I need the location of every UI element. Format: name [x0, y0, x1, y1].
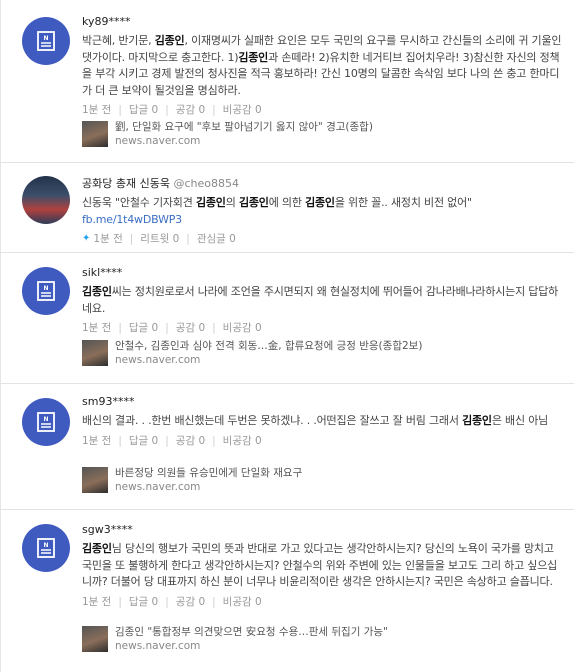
- comment-author[interactable]: sm93****: [82, 394, 562, 410]
- keyword-highlight: 김종인: [195, 196, 226, 209]
- news-link[interactable]: 김종인 "통합정부 의견맞으면 安요청 수용…판세 뒤집기 가능" news.n…: [82, 626, 388, 653]
- keyword-highlight: 김종인: [305, 196, 335, 209]
- comment-feed: N ky89**** 박근혜, 반기문, 김종인, 이재명씨가 실패한 요인은 …: [0, 0, 580, 672]
- interest-button[interactable]: 관심글 0: [197, 231, 236, 247]
- tweet-item: 공화당 총재 신동욱 @cheo8854 신동욱 "안철수 기자회견 김종인의 …: [1, 163, 574, 253]
- comment-item: N sm93**** 배신의 결과. . .한번 배신했는데 두번은 못하겠냐.…: [1, 384, 574, 510]
- news-thumbnail: [82, 340, 108, 366]
- news-title[interactable]: 안철수, 김종인과 심야 전격 회동…金, 합류요청에 긍정 반응(종합2보): [115, 340, 422, 353]
- tweet-author[interactable]: 공화당 총재 신동욱 @cheo8854: [82, 176, 562, 192]
- keyword-highlight: 김종인: [154, 34, 185, 47]
- tweet-body: 신동욱 "안철수 기자회견 김종인의 김종인에 의한 김종인을 위한 꼴.. 새…: [82, 196, 472, 226]
- avatar[interactable]: N: [22, 524, 70, 572]
- tweet-handle[interactable]: @cheo8854: [173, 177, 239, 190]
- news-thumbnail: [82, 626, 108, 652]
- comment-meta: 1분 전 | 답글 0 | 공감 0 | 비공감 0: [82, 433, 262, 449]
- avatar[interactable]: [22, 176, 70, 224]
- comment-time: 1분 전: [82, 104, 112, 116]
- comment-body: 김종인님 당신의 행보가 국민의 뜻과 반대로 가고 있다고는 생각안하시는지?…: [82, 542, 558, 588]
- news-title[interactable]: 바른정당 의원들 유승민에게 단일화 재요구: [115, 467, 302, 480]
- tweet-link[interactable]: fb.me/1t4wDBWP3: [82, 213, 182, 226]
- avatar[interactable]: N: [22, 267, 70, 315]
- tweet-meta: ✦ 1분 전 | 리트윗 0 | 관심글 0: [82, 231, 236, 247]
- news-source: news.naver.com: [115, 481, 201, 493]
- news-source: news.naver.com: [115, 640, 201, 652]
- comment-author[interactable]: ky89****: [82, 14, 562, 30]
- comment-body: 김종인씨는 정치원로로서 나라에 조언을 주시면되지 왜 현실정치에 뛰어들어 …: [82, 285, 559, 315]
- svg-text:N: N: [43, 542, 48, 549]
- news-link[interactable]: 안철수, 김종인과 심야 전격 회동…金, 합류요청에 긍정 반응(종합2보) …: [82, 340, 422, 367]
- retweet-button[interactable]: 리트윗 0: [140, 231, 179, 247]
- dislike-button[interactable]: 비공감 0: [223, 433, 262, 449]
- svg-text:N: N: [43, 35, 48, 42]
- news-icon: N: [37, 412, 55, 432]
- avatar[interactable]: N: [22, 17, 70, 65]
- like-button[interactable]: 공감 0: [176, 102, 205, 118]
- dislike-button[interactable]: 비공감 0: [223, 594, 262, 610]
- keyword-highlight: 김종인: [462, 414, 492, 427]
- comment-body: 박근혜, 반기문, 김종인, 이재명씨가 실패한 요인은 모두 국민의 요구를 …: [82, 34, 562, 97]
- news-title[interactable]: 劉, 단일화 요구에 "후보 팔아넘기기 옳지 않아" 경고(종합): [115, 121, 373, 134]
- comment-meta: 1분 전 | 답글 0 | 공감 0 | 비공감 0: [82, 594, 262, 610]
- news-thumbnail: [82, 121, 108, 147]
- news-icon: N: [37, 31, 55, 51]
- like-button[interactable]: 공감 0: [176, 433, 205, 449]
- news-link[interactable]: 劉, 단일화 요구에 "후보 팔아넘기기 옳지 않아" 경고(종합) news.…: [82, 121, 373, 148]
- keyword-highlight: 김종인: [238, 196, 269, 209]
- reply-button[interactable]: 답글 0: [129, 433, 158, 449]
- comment-author[interactable]: sgw3****: [82, 522, 562, 538]
- reply-button[interactable]: 답글 0: [129, 594, 158, 610]
- news-source: news.naver.com: [115, 135, 201, 147]
- reply-button[interactable]: 답글 0: [129, 102, 158, 118]
- comment-meta: 1분 전 | 답글 0 | 공감 0 | 비공감 0: [82, 320, 262, 336]
- comment-item: N ky89**** 박근혜, 반기문, 김종인, 이재명씨가 실패한 요인은 …: [1, 0, 574, 163]
- like-button[interactable]: 공감 0: [176, 320, 205, 336]
- avatar[interactable]: N: [22, 398, 70, 446]
- tweet-author-name[interactable]: 공화당 총재 신동욱: [82, 177, 170, 190]
- tweet-time: 1분 전: [93, 233, 123, 245]
- twitter-bird-icon: ✦: [82, 233, 91, 244]
- news-icon: N: [37, 281, 55, 301]
- news-link[interactable]: 바른정당 의원들 유승민에게 단일화 재요구 news.naver.com: [82, 467, 302, 494]
- news-thumbnail: [82, 467, 108, 493]
- comment-time: 1분 전: [82, 322, 112, 334]
- dislike-button[interactable]: 비공감 0: [223, 320, 262, 336]
- news-source: news.naver.com: [115, 354, 201, 366]
- reply-button[interactable]: 답글 0: [129, 320, 158, 336]
- comment-item: N sgw3**** 김종인님 당신의 행보가 국민의 뜻과 반대로 가고 있다…: [1, 510, 574, 672]
- comment-time: 1분 전: [82, 595, 112, 608]
- comment-body: 배신의 결과. . .한번 배신했는데 두번은 못하겠냐. . .어떤집은 잘쓰…: [82, 414, 549, 427]
- comment-author[interactable]: sikl****: [82, 265, 562, 281]
- news-title[interactable]: 김종인 "통합정부 의견맞으면 安요청 수용…판세 뒤집기 가능": [115, 626, 388, 639]
- like-button[interactable]: 공감 0: [176, 594, 205, 610]
- comment-time: 1분 전: [82, 434, 112, 447]
- comment-item: N sikl**** 김종인씨는 정치원로로서 나라에 조언을 주시면되지 왜 …: [1, 253, 574, 384]
- dislike-button[interactable]: 비공감 0: [223, 102, 262, 118]
- svg-text:N: N: [43, 285, 48, 292]
- news-icon: N: [37, 538, 55, 558]
- keyword-highlight: 김종인: [238, 50, 269, 64]
- svg-text:N: N: [43, 416, 48, 423]
- comment-meta: 1분 전 | 답글 0 | 공감 0 | 비공감 0: [82, 102, 262, 118]
- keyword-highlight: 김종인: [82, 542, 112, 555]
- keyword-highlight: 김종인: [82, 285, 112, 298]
